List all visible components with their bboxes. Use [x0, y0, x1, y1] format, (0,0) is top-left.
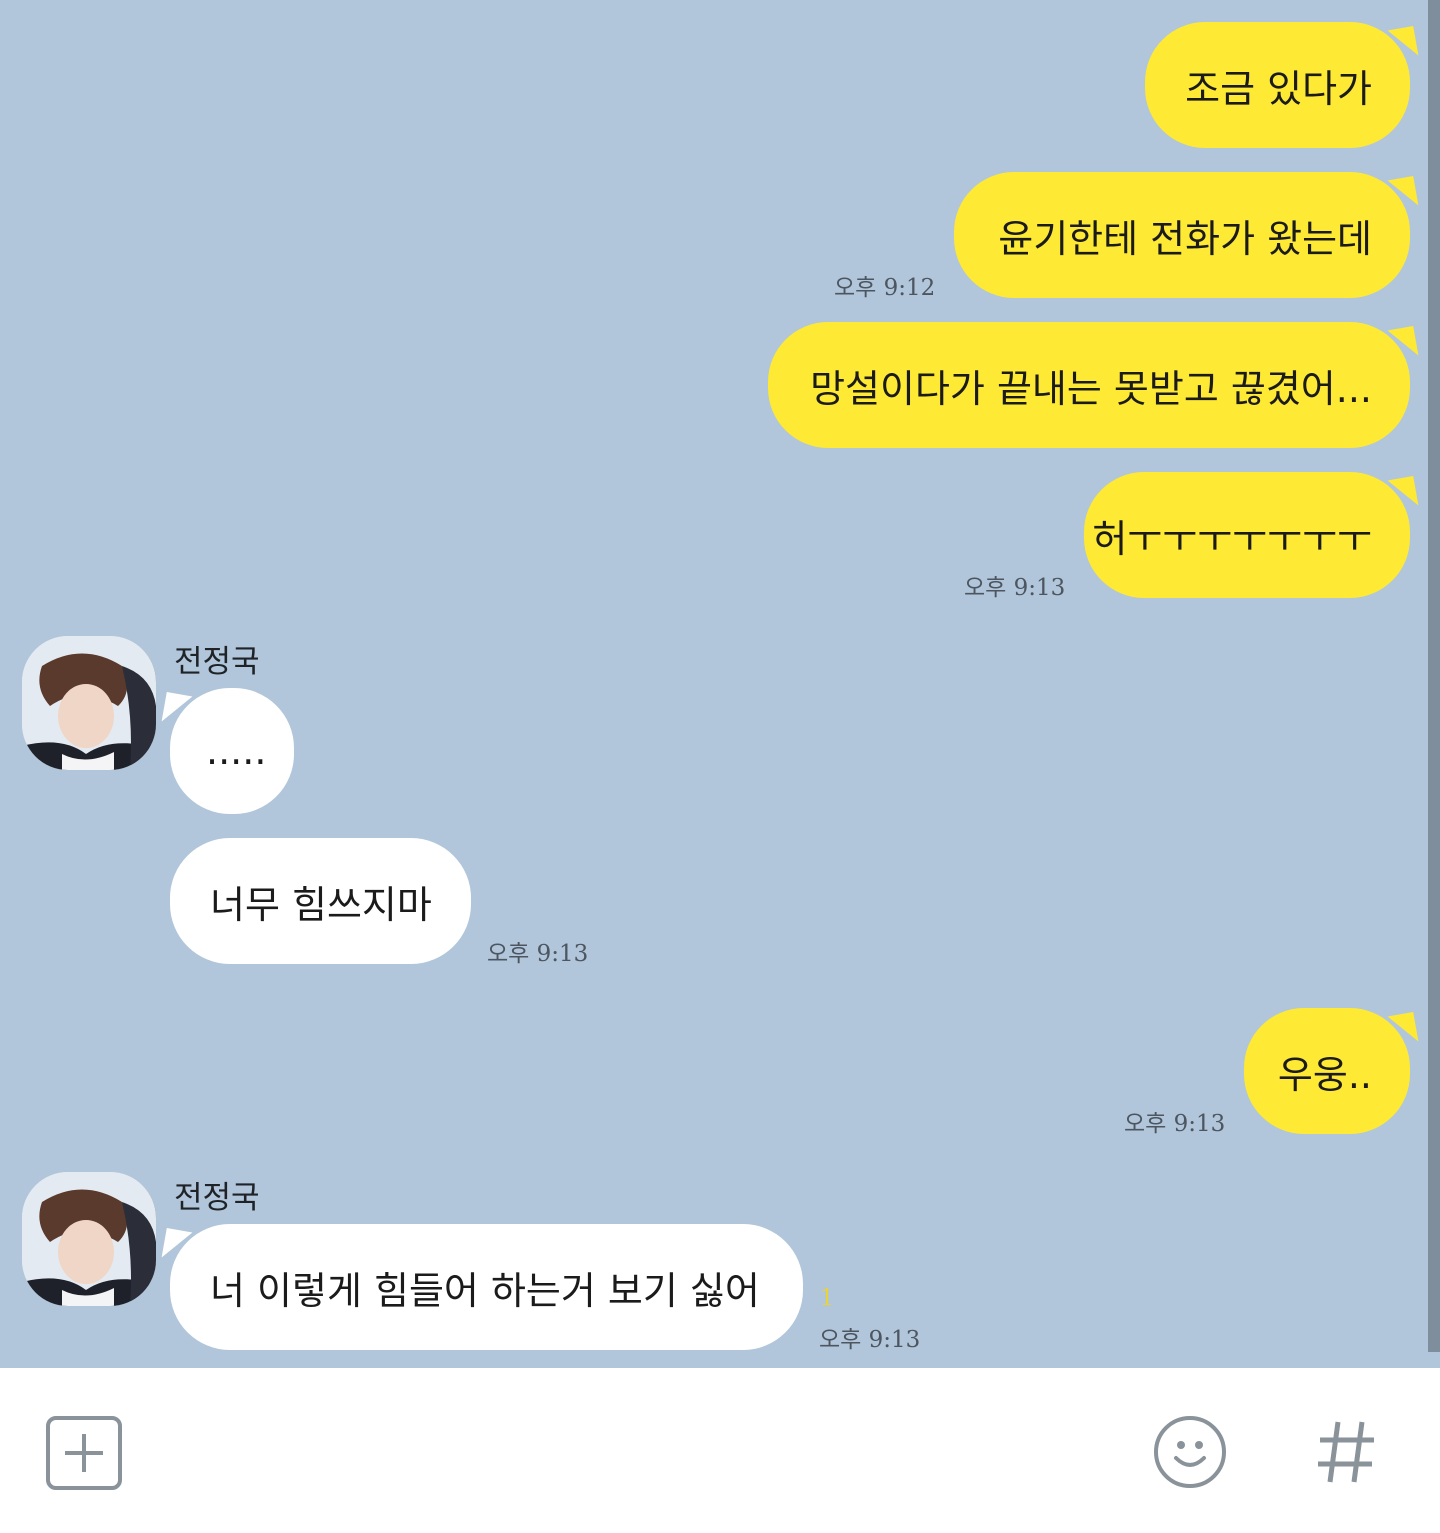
plus-icon: [46, 1416, 122, 1490]
other-message-bubble[interactable]: 너무 힘쓰지마: [170, 838, 471, 964]
other-message-bubble[interactable]: .....: [170, 688, 294, 814]
other-message-bubble[interactable]: 너 이렇게 힘들어 하는거 보기 싫어: [170, 1224, 803, 1350]
emoji-icon: [1154, 1416, 1226, 1488]
hashtag-button[interactable]: [1314, 1418, 1378, 1486]
message-timestamp: 오후 9:13: [1124, 1111, 1226, 1137]
sender-name: 전정국: [174, 644, 260, 680]
my-message-bubble[interactable]: 우웅..: [1244, 1008, 1410, 1134]
sender-name: 전정국: [174, 1180, 260, 1216]
message-text: 윤기한테 전화가 왔는데: [998, 216, 1372, 261]
my-message-bubble[interactable]: 허ㅜㅜㅜㅜㅜㅜㅜ: [1084, 472, 1410, 598]
message-timestamp: 오후 9:13: [819, 1327, 921, 1353]
my-message-bubble[interactable]: 조금 있다가: [1145, 22, 1410, 148]
attach-button[interactable]: [46, 1416, 122, 1490]
my-message-bubble[interactable]: 윤기한테 전화가 왔는데: [954, 172, 1410, 298]
contact-avatar[interactable]: [22, 1172, 156, 1306]
message-timestamp: 오후 9:12: [834, 275, 936, 301]
scrollbar[interactable]: [1428, 0, 1440, 1352]
message-text: 조금 있다가: [1185, 66, 1372, 111]
message-text: 우웅..: [1277, 1052, 1372, 1097]
message-text: 너 이렇게 힘들어 하는거 보기 싫어: [210, 1268, 760, 1313]
message-timestamp: 오후 9:13: [964, 575, 1066, 601]
emoji-button[interactable]: [1152, 1414, 1228, 1490]
avatar-photo: [22, 636, 156, 770]
chat-area[interactable]: 조금 있다가 윤기한테 전화가 왔는데 오후 9:12 망설이다가 끝내는 못받…: [0, 0, 1440, 1368]
message-timestamp: 오후 9:13: [487, 941, 589, 967]
message-text: .....: [206, 729, 267, 773]
message-text: 너무 힘쓰지마: [210, 882, 432, 927]
message-text: 망설이다가 끝내는 못받고 끊겼어...: [810, 366, 1372, 411]
my-message-bubble[interactable]: 망설이다가 끝내는 못받고 끊겼어...: [768, 322, 1410, 448]
message-text: 허ㅜㅜㅜㅜㅜㅜㅜ: [1092, 516, 1372, 561]
contact-avatar[interactable]: [22, 636, 156, 770]
hashtag-icon: [1318, 1421, 1374, 1483]
avatar-photo: [22, 1172, 156, 1306]
unread-count: 1: [820, 1286, 834, 1311]
